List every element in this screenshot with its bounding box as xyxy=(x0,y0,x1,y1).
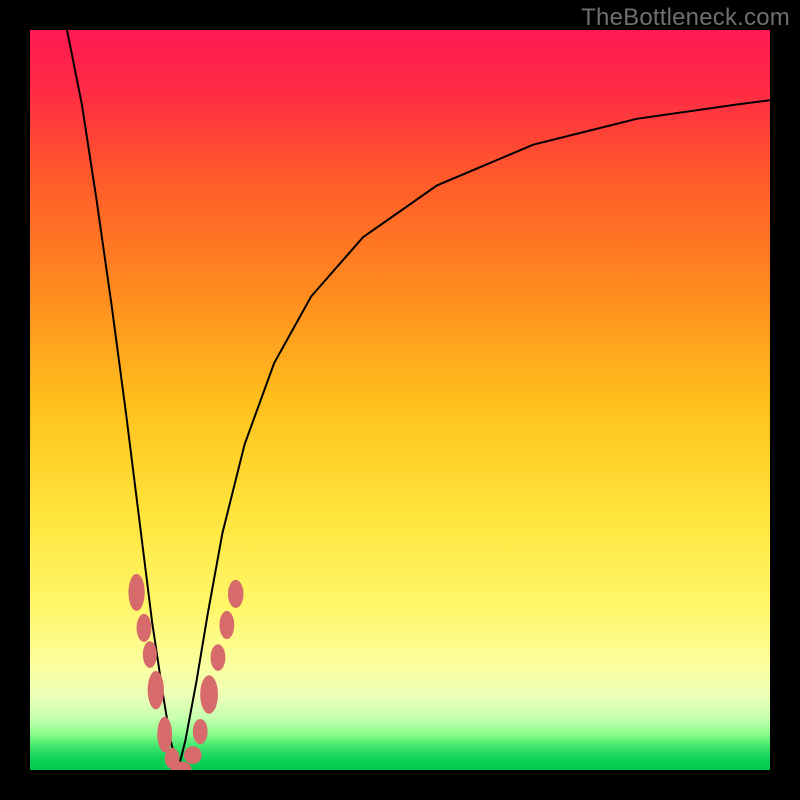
chart-frame: TheBottleneck.com xyxy=(0,0,800,800)
bead xyxy=(211,644,226,671)
plot-area xyxy=(30,30,770,770)
bead xyxy=(193,719,208,744)
bead xyxy=(184,746,202,764)
bead xyxy=(200,675,218,713)
bead xyxy=(148,671,164,709)
bead xyxy=(137,614,152,642)
bead xyxy=(128,574,144,611)
curve-right xyxy=(178,100,770,770)
curve-layer xyxy=(30,30,770,770)
bead xyxy=(228,580,244,608)
watermark-text: TheBottleneck.com xyxy=(581,4,790,32)
bead xyxy=(157,717,172,753)
bead xyxy=(143,641,157,668)
bead xyxy=(219,611,234,639)
curve-left xyxy=(67,30,178,770)
